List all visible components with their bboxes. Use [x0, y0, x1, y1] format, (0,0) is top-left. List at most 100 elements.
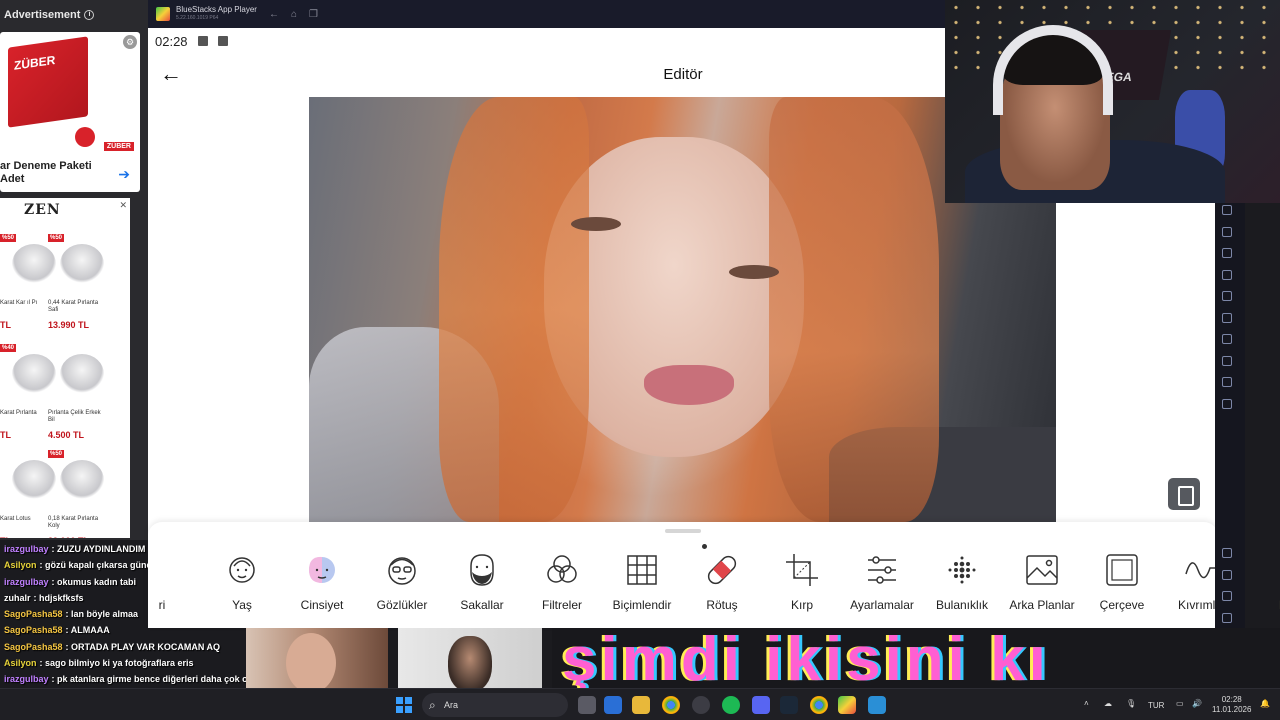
mic-icon[interactable]: 🎙	[1126, 699, 1136, 708]
chat-username[interactable]: Asilyon	[4, 560, 37, 570]
photo-mouth	[644, 365, 734, 405]
ad-column: Advertisement i ZÜBER ⚙ ar Deneme Paketi…	[0, 0, 148, 540]
jewel-price: 29.000 TL	[48, 536, 89, 538]
multi-window-icon[interactable]: ❐	[309, 9, 318, 20]
jewel-image	[60, 354, 104, 394]
arrow-right-icon[interactable]: ➔	[118, 166, 130, 183]
bluestacks-logo-icon	[156, 7, 170, 21]
tool-biçimlendir[interactable]: Biçimlendir	[602, 550, 682, 612]
tool-kırp[interactable]: Kırp	[762, 550, 842, 612]
folder-icon	[217, 36, 228, 46]
chat-username[interactable]: irazgulbay	[4, 577, 49, 587]
tool-filtreler[interactable]: Filtreler	[522, 550, 602, 612]
bluestacks-title: BlueStacks App Player 5.22.160.1019 P64	[176, 6, 257, 22]
jewel-image	[12, 460, 56, 500]
discount-badge: %50	[48, 450, 65, 458]
settings-icon[interactable]	[1222, 548, 1232, 558]
app-icon[interactable]	[868, 696, 886, 714]
home-icon[interactable]: ⌂	[291, 9, 297, 20]
tool-label: Arka Planlar	[1009, 598, 1075, 612]
home-icon[interactable]	[1222, 591, 1232, 601]
tool-yaş[interactable]: Yaş	[202, 550, 282, 612]
steam-icon[interactable]	[780, 696, 798, 714]
sidebar-icon[interactable]	[1222, 398, 1232, 409]
tool-label: Bulanıklık	[935, 598, 989, 612]
taskbar-search[interactable]: Ara	[422, 693, 568, 717]
chat-username[interactable]: irazgulbay	[4, 544, 49, 554]
edited-photo[interactable]	[309, 97, 1056, 522]
scan-icon[interactable]	[1222, 226, 1232, 237]
tool-sakallar[interactable]: Sakallar	[442, 550, 522, 612]
location-icon[interactable]	[1222, 334, 1232, 344]
taskbar-date: 11.01.2026	[1212, 705, 1252, 714]
task-view-icon[interactable]	[578, 696, 596, 714]
recents-icon[interactable]	[1222, 612, 1232, 623]
tool-label: Biçimlendir	[612, 598, 672, 612]
chat-username[interactable]: SagoPasha58	[4, 642, 63, 652]
bluestacks-taskbar-icon[interactable]	[838, 696, 856, 714]
screenshot-icon[interactable]	[1222, 205, 1232, 215]
spotify-icon[interactable]	[722, 696, 740, 714]
network-icon[interactable]: ▭	[1176, 699, 1184, 708]
chevron-up-icon[interactable]: ˄	[1084, 699, 1089, 708]
jewel-image	[60, 460, 104, 500]
ad-jewelry-logo: ZEN	[24, 202, 61, 218]
chat-username[interactable]: irazgulbay	[4, 674, 49, 684]
tool-gözlükler[interactable]: Gözlükler	[362, 550, 442, 612]
age-face-icon	[229, 557, 255, 583]
chrome-2-icon[interactable]	[810, 696, 828, 714]
tool-label: Çerçeve	[1099, 598, 1145, 612]
chat-username[interactable]: SagoPasha58	[4, 609, 63, 619]
status-time: 02:28	[155, 33, 188, 49]
windows-start-icon[interactable]	[396, 697, 412, 713]
back-icon[interactable]	[1222, 569, 1232, 580]
tool-b[interactable]: B	[1242, 550, 1280, 612]
notification-bell-icon[interactable]: 🔔	[1260, 699, 1270, 708]
close-icon[interactable]: ✕	[119, 200, 127, 211]
folder-icon[interactable]	[1222, 248, 1232, 258]
tool-rötuş[interactable]: Rötuş	[682, 550, 762, 612]
cloud-icon[interactable]: ☁	[1104, 699, 1112, 708]
airplane-icon[interactable]	[1222, 269, 1232, 280]
tool-label: Yaş	[232, 598, 252, 612]
language-indicator[interactable]: TUR	[1148, 701, 1164, 710]
drag-handle[interactable]	[665, 529, 701, 533]
caption-text: şimdi ikisini kı	[562, 628, 1050, 688]
copy-icon[interactable]	[1222, 291, 1232, 301]
file-explorer-icon[interactable]	[632, 696, 650, 714]
tool-çerçeve[interactable]: Çerçeve	[1082, 550, 1162, 612]
ad-card-jewelry[interactable]: ✕ ZEN %50 Karat Kar ıl Pı TL %50 0,44 Karat …	[0, 198, 130, 538]
volume-icon[interactable]: 🔊	[1192, 699, 1202, 708]
ad-settings-icon[interactable]: ⚙	[123, 35, 137, 49]
compare-button[interactable]	[1168, 478, 1200, 510]
ad-card-snack[interactable]: ZÜBER ⚙ ar Deneme Paketi Adet ➔	[0, 32, 140, 192]
chrome-icon[interactable]	[662, 696, 680, 714]
tool-arka-planlar[interactable]: Arka Planlar	[1002, 550, 1082, 612]
tool-ayarlamalar[interactable]: Ayarlamalar	[842, 550, 922, 612]
caption-overlay: şimdi ikisini kı	[552, 628, 1280, 688]
layers-icon[interactable]	[1222, 355, 1232, 366]
chat-username[interactable]: zuhalr	[4, 593, 31, 603]
eraser-icon[interactable]	[1222, 312, 1232, 323]
tool-label: Rötuş	[706, 598, 738, 612]
bluestacks-app-title: BlueStacks App Player	[176, 5, 257, 14]
android-status-bar: 02:28	[148, 28, 944, 54]
photo-eye-right	[729, 265, 779, 279]
obs-icon[interactable]	[692, 696, 710, 714]
refresh-icon[interactable]	[1222, 377, 1232, 387]
system-tray: ˄ ☁ 🎙 TUR ▭ 🔊 02:28 11.01.2026 🔔	[1080, 689, 1280, 720]
chat-username[interactable]: SagoPasha58	[4, 625, 63, 635]
ad-header-label: Advertisement	[4, 9, 81, 21]
info-icon[interactable]: i	[84, 10, 95, 20]
back-nav-icon[interactable]: ←	[269, 9, 279, 20]
chat-username[interactable]: Asilyon	[4, 658, 37, 668]
tool-ri[interactable]: ri	[122, 550, 202, 612]
webcam-overlay: VEGA	[945, 0, 1280, 203]
tool-cinsiyet[interactable]: Cinsiyet	[282, 550, 362, 612]
beard-face-icon	[470, 554, 494, 586]
ad-brand-label: ZÜBER	[103, 142, 134, 151]
taskbar-clock[interactable]: 02:28 11.01.2026	[1212, 695, 1251, 715]
tool-bulanıklık[interactable]: Bulanıklık	[922, 550, 1002, 612]
discord-icon[interactable]	[752, 696, 770, 714]
store-icon[interactable]	[604, 696, 622, 714]
